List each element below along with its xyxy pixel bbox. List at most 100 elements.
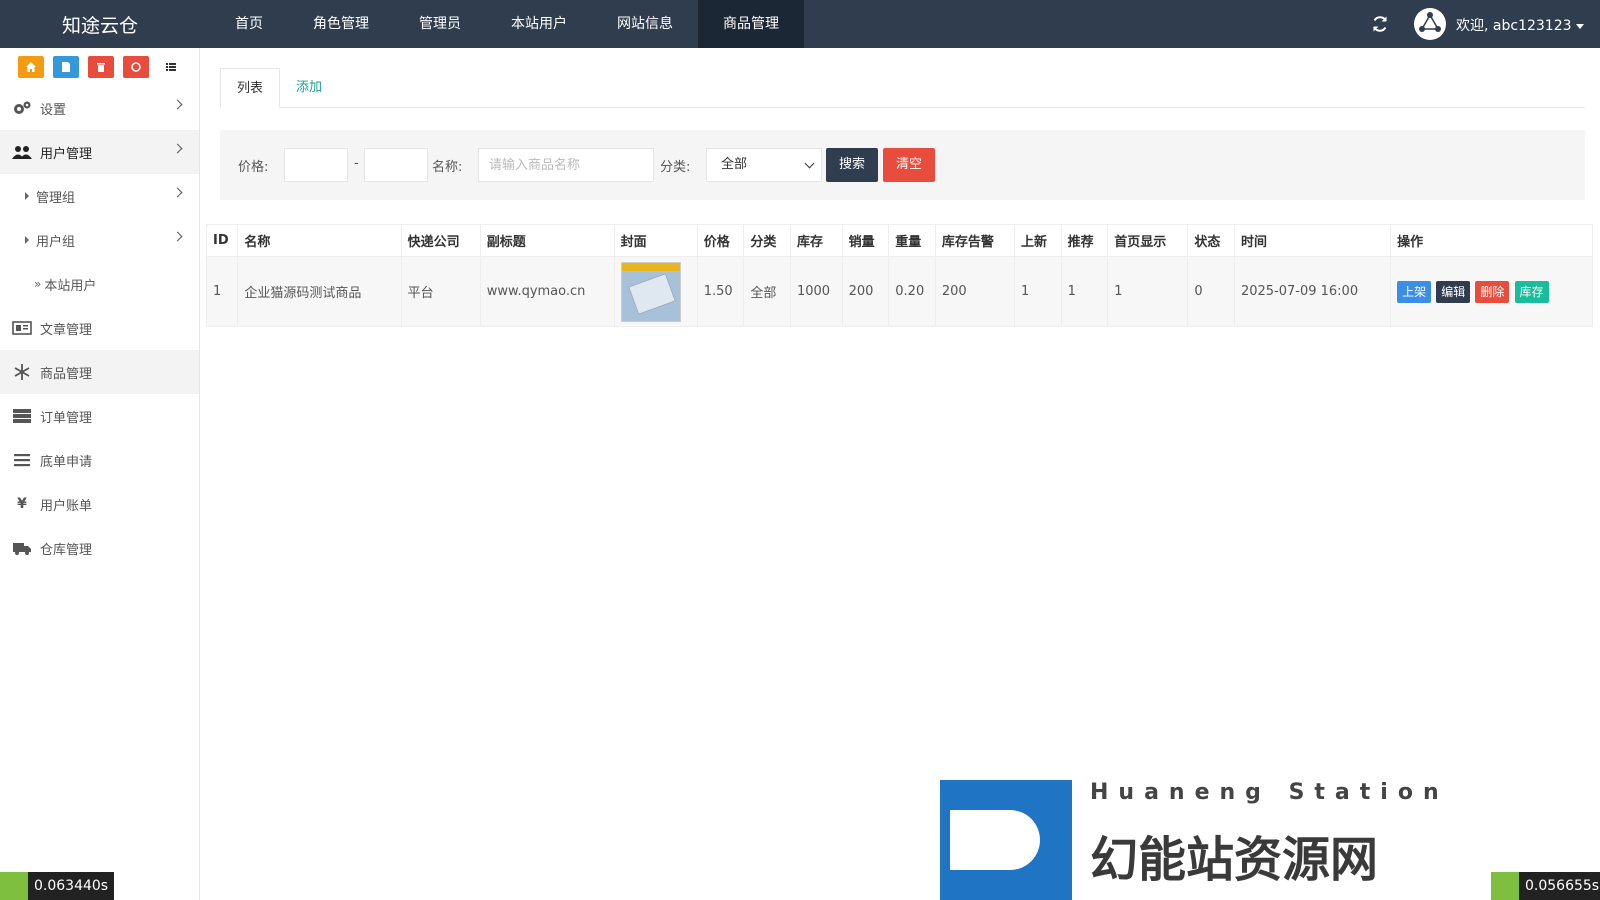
column-header: 状态 xyxy=(1187,224,1235,257)
topnav-admins[interactable]: 管理员 xyxy=(394,0,486,48)
caret-right-icon xyxy=(25,236,29,244)
sidebar-item-orders[interactable]: 订单管理 xyxy=(0,394,199,438)
clear-button[interactable]: 清空 xyxy=(883,148,936,182)
column-header: 快递公司 xyxy=(400,224,481,257)
topnav-roles[interactable]: 角色管理 xyxy=(288,0,394,48)
cell-subtitle: www.qymao.cn xyxy=(479,256,615,327)
main-content: 列表 添加 价格: - 名称: 分类: 全部 搜索 清空 ID 名称 快递公司 … xyxy=(200,48,1600,900)
topnav-home[interactable]: 首页 xyxy=(210,0,288,48)
cell-sales: 200 xyxy=(841,256,890,327)
cell-status: 0 xyxy=(1187,256,1235,327)
cell-id: 1 xyxy=(205,256,239,327)
newspaper-icon xyxy=(12,320,32,336)
sidebar-item-label: 商品管理 xyxy=(40,366,93,382)
column-header: 首页显示 xyxy=(1107,224,1189,257)
column-header: 上新 xyxy=(1013,224,1062,257)
price-min-input[interactable] xyxy=(284,148,348,182)
tab-add[interactable]: 添加 xyxy=(280,68,338,108)
sidebar-item-label: 管理组 xyxy=(36,190,76,206)
name-search-input[interactable] xyxy=(478,148,654,182)
sidebar-item-admin-group[interactable]: 管理组 xyxy=(0,174,199,218)
page-timer-left: 0.063440s xyxy=(0,872,115,900)
sidebar-item-products[interactable]: 商品管理 xyxy=(0,350,199,394)
topnav-site-info[interactable]: 网站信息 xyxy=(592,0,698,48)
column-header: 操作 xyxy=(1390,224,1593,257)
cell-price: 1.50 xyxy=(696,256,745,327)
sidebar-item-site-users[interactable]: » 本站用户 xyxy=(0,262,199,306)
edit-button[interactable]: 编辑 xyxy=(1436,280,1471,303)
watermark-logo: Huaneng Station 幻能站资源网 xyxy=(940,780,1460,900)
stock-button[interactable]: 库存 xyxy=(1514,280,1549,303)
sidebar-item-receipt-requests[interactable]: 底单申请 xyxy=(0,438,199,482)
column-header: 库存 xyxy=(789,224,843,257)
cover-package xyxy=(627,272,676,315)
bars-icon xyxy=(12,452,32,468)
price-max-input[interactable] xyxy=(364,148,428,182)
column-header: 库存告警 xyxy=(934,224,1015,257)
cell-stock: 1000 xyxy=(789,256,843,327)
sidebar-item-label: 用户组 xyxy=(36,234,76,250)
delete-button[interactable]: 删除 xyxy=(1475,280,1510,303)
user-menu[interactable]: 欢迎, abc123123 xyxy=(1456,15,1584,35)
avatar[interactable] xyxy=(1414,8,1446,40)
product-cover-image[interactable] xyxy=(620,261,681,322)
sidebar-item-settings[interactable]: 设置 xyxy=(0,86,199,130)
category-label: 分类: xyxy=(660,160,691,175)
chevron-down-icon xyxy=(804,158,815,169)
column-header: 分类 xyxy=(743,224,791,257)
category-select-value: 全部 xyxy=(721,157,748,172)
caret-down-icon xyxy=(1575,23,1584,29)
gears-icon xyxy=(12,100,32,116)
cell-category: 全部 xyxy=(743,256,791,327)
sidebar-item-user-group[interactable]: 用户组 xyxy=(0,218,199,262)
trash-icon[interactable] xyxy=(88,56,114,78)
cell-recommend: 1 xyxy=(1060,256,1109,327)
cell-cover xyxy=(613,256,698,327)
column-header: 销量 xyxy=(841,224,890,257)
brand-logo[interactable]: 知途云仓 xyxy=(62,11,138,38)
timer-value: 0.056655s xyxy=(1519,872,1600,900)
refresh-icon[interactable] xyxy=(1370,14,1390,34)
chevron-right-icon xyxy=(172,143,183,154)
recycle-icon[interactable] xyxy=(123,56,149,78)
category-select[interactable]: 全部 xyxy=(706,148,822,182)
yen-icon: ¥ xyxy=(17,496,27,512)
sidebar-item-warehouse[interactable]: 仓库管理 xyxy=(0,526,199,570)
cover-band xyxy=(621,262,680,271)
cell-new: 1 xyxy=(1013,256,1062,327)
search-button[interactable]: 搜索 xyxy=(826,148,879,182)
timer-value: 0.063440s xyxy=(28,872,115,900)
sidebar-item-label: 仓库管理 xyxy=(40,542,93,558)
watermark-mark xyxy=(940,780,1072,900)
cell-home-show: 1 xyxy=(1107,256,1189,327)
sidebar-item-articles[interactable]: 文章管理 xyxy=(0,306,199,350)
column-header: 时间 xyxy=(1233,224,1392,257)
tab-list[interactable]: 列表 xyxy=(220,68,281,108)
filter-bar: 价格: - 名称: 分类: 全部 搜索 清空 xyxy=(220,130,1585,200)
publish-button[interactable]: 上架 xyxy=(1397,280,1432,303)
cell-courier: 平台 xyxy=(400,256,481,327)
list-icon[interactable] xyxy=(158,56,184,78)
users-icon xyxy=(12,144,32,160)
truck-icon xyxy=(12,540,32,556)
page-timer-right: 0.056655s xyxy=(1491,872,1600,900)
leaf-icon xyxy=(1491,872,1519,900)
sidebar-item-user-bills[interactable]: ¥ 用户账单 xyxy=(0,482,199,526)
sidebar-item-label: 用户管理 xyxy=(40,146,93,162)
watermark-title: 幻能站资源网 xyxy=(1090,832,1379,888)
column-header: 价格 xyxy=(696,224,745,257)
home-icon[interactable] xyxy=(18,56,44,78)
topnav-products[interactable]: 商品管理 xyxy=(698,0,804,48)
file-icon[interactable] xyxy=(53,56,79,78)
chevron-right-icon xyxy=(172,187,183,198)
sidebar-item-label: 订单管理 xyxy=(40,410,93,426)
cell-actions: 上架 编辑 删除 库存 xyxy=(1390,256,1593,327)
sidebar-item-label: 用户账单 xyxy=(40,498,93,514)
sidebar-item-user-management[interactable]: 用户管理 xyxy=(0,130,199,174)
table-header-row: ID 名称 快递公司 副标题 封面 价格 分类 库存 销量 重量 库存告警 上新… xyxy=(205,224,1593,257)
topnav-site-users[interactable]: 本站用户 xyxy=(486,0,592,48)
column-header: 重量 xyxy=(888,224,936,257)
column-header: ID xyxy=(205,224,239,257)
column-header: 名称 xyxy=(237,224,402,257)
cell-weight: 0.20 xyxy=(888,256,936,327)
